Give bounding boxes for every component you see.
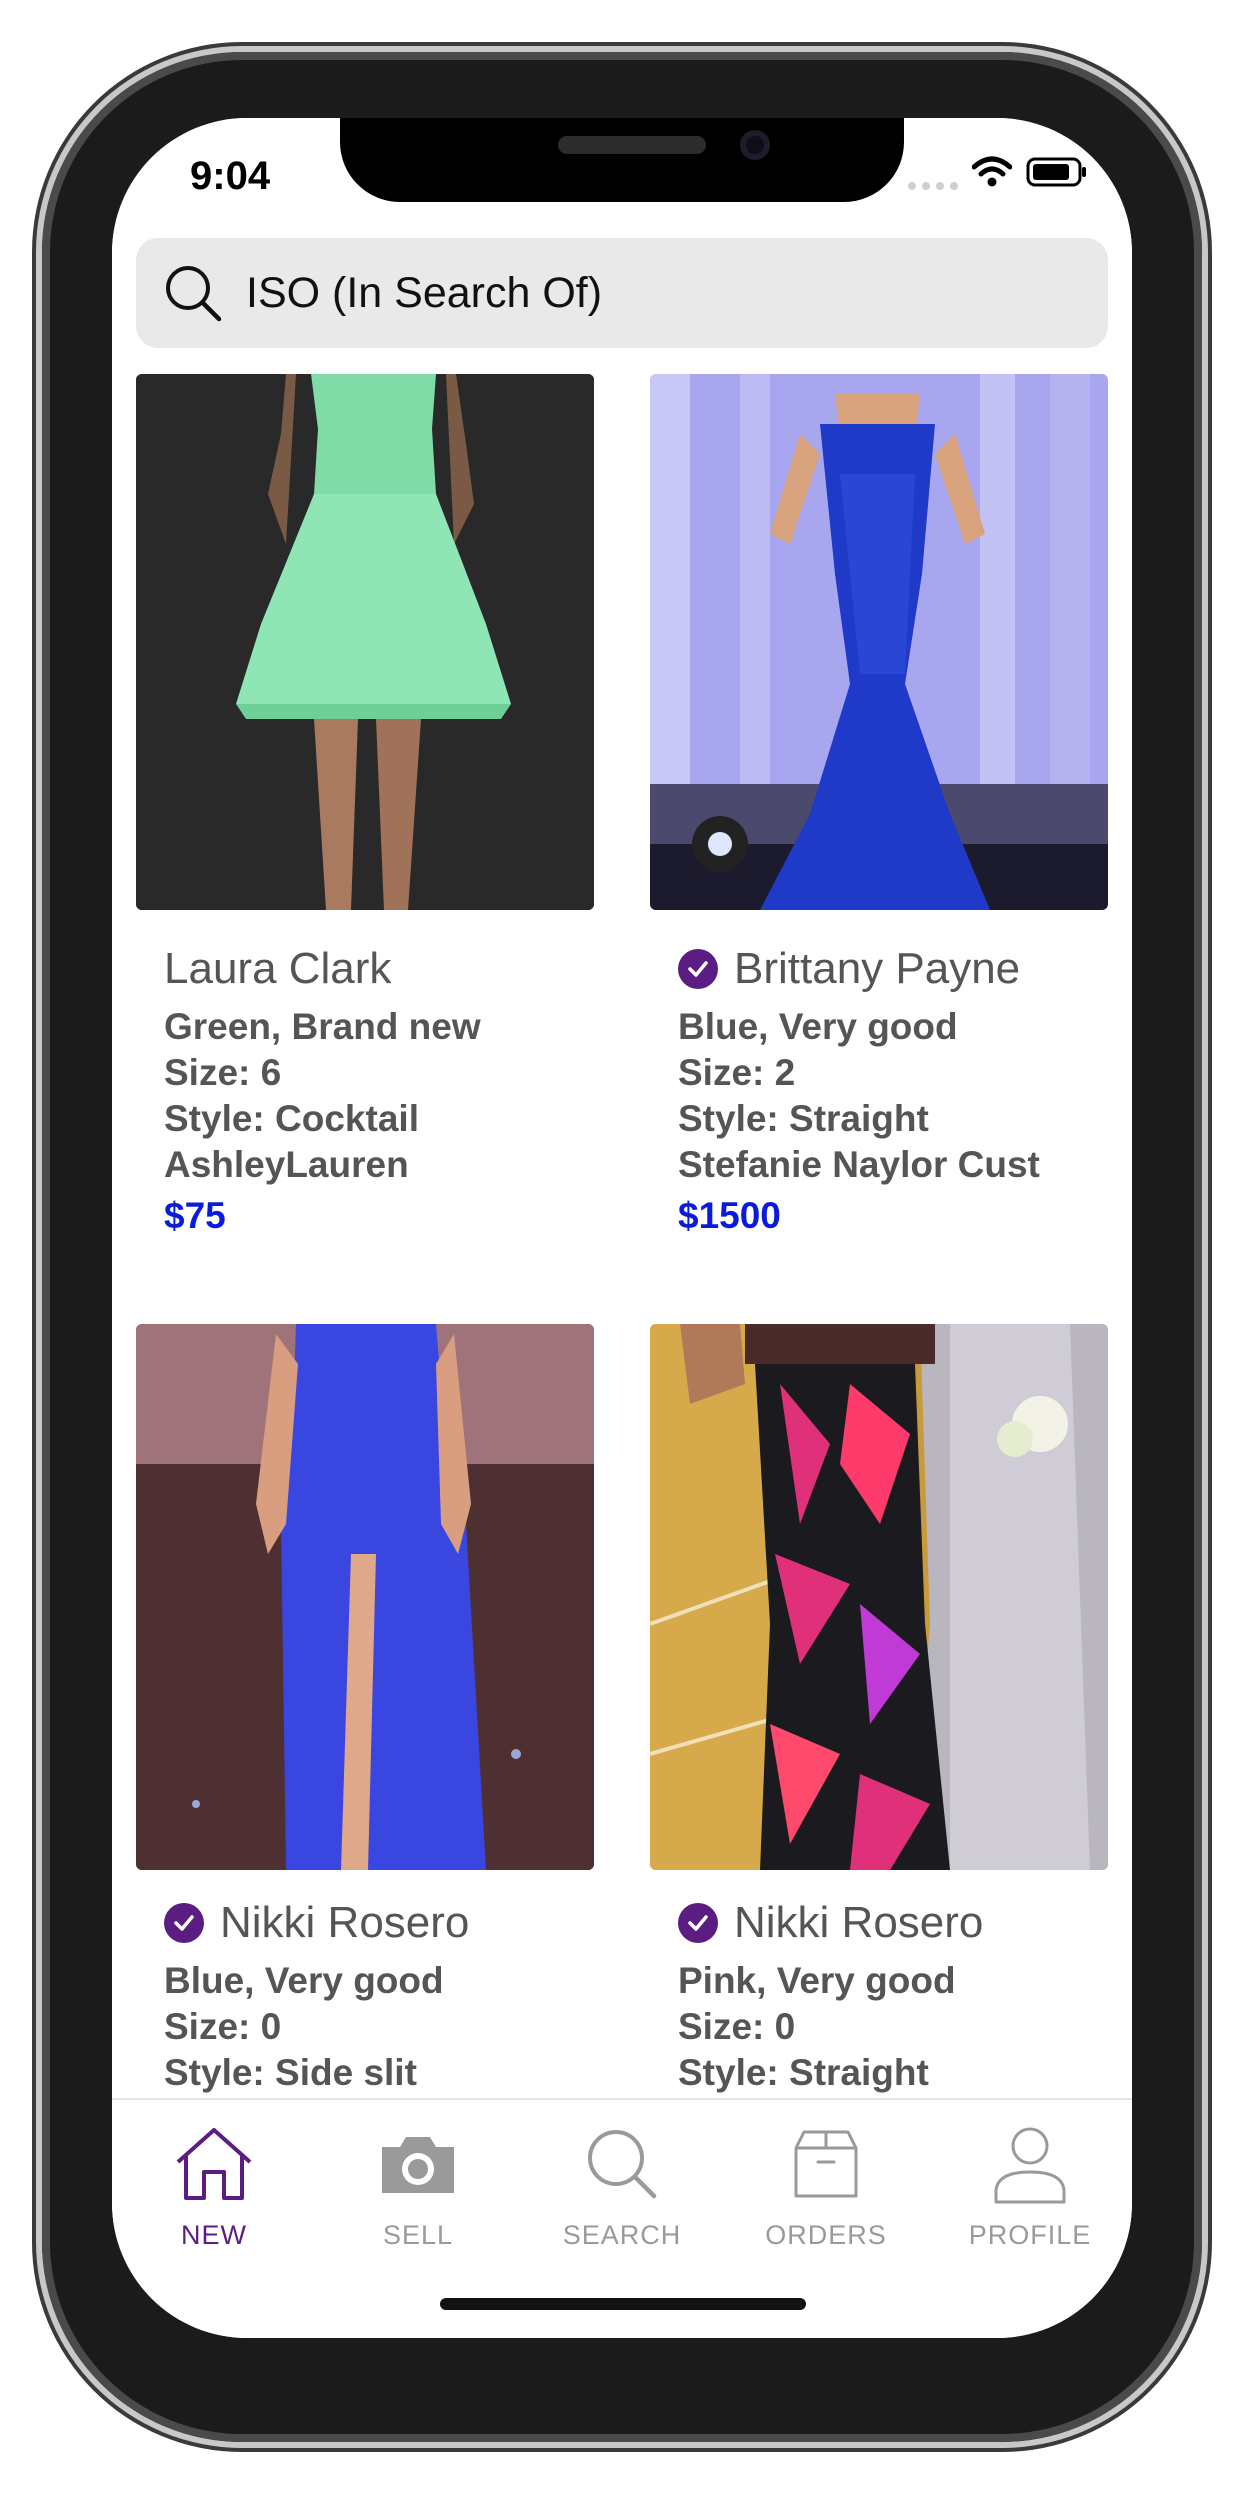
listing-style: Style: Cocktail [164,1098,419,1139]
tab-label: SEARCH [562,2220,682,2250]
device-notch [340,118,904,202]
tab-label: ORDERS [765,2220,887,2250]
wifi-icon [971,156,1013,193]
listing-size: Size: 0 [678,2006,796,2047]
tab-sell[interactable]: SELL [316,2114,520,2251]
verified-check-icon [678,1903,718,1943]
listing-condition: Blue, Very good [164,1960,444,2001]
seller-name-row: Laura Clark [164,934,594,1004]
tab-label: SELL [382,2220,454,2250]
listing-info: Nikki Rosero Blue, Very good Size: 0 Sty… [136,1888,594,2096]
iso-search-bar[interactable]: ISO (In Search Of) [136,238,1108,348]
earpiece-speaker [558,136,706,154]
listing-style: Style: Straight [678,1098,929,1139]
status-indicators [908,156,1088,193]
listing-style: Style: Straight [678,2052,929,2093]
seller-name-row: Brittany Payne [678,934,1108,1004]
listing-card[interactable]: Brittany Payne Blue, Very good Size: 2 S… [650,374,1108,1244]
home-icon [112,2114,316,2214]
tab-profile[interactable]: PROFILE [928,2114,1132,2251]
dress-photo[interactable] [650,374,1108,910]
seller-name: Nikki Rosero [734,1898,984,1947]
tab-search[interactable]: SEARCH [520,2114,724,2251]
listing-info: Nikki Rosero Pink, Very good Size: 0 Sty… [650,1888,1108,2096]
search-bar-label: ISO (In Search Of) [246,268,603,317]
battery-icon [1026,156,1088,193]
seller-name: Nikki Rosero [220,1898,470,1947]
home-indicator[interactable] [440,2298,806,2310]
seller-name-row: Nikki Rosero [164,1888,594,1958]
listing-price: $75 [164,1195,226,1236]
app-screen: Laura Clark Green, Brand new Size: 6 Sty… [112,118,1132,2338]
tab-orders[interactable]: ORDERS [724,2114,928,2251]
status-time: 9:04 [190,154,271,198]
seller-name: Laura Clark [164,944,392,993]
seller-name-row: Nikki Rosero [678,1888,1108,1958]
person-icon [928,2114,1132,2214]
listing-card[interactable]: Nikki Rosero Blue, Very good Size: 0 Sty… [136,1324,594,2096]
listing-designer: AshleyLauren [164,1144,409,1185]
listing-card[interactable]: Nikki Rosero Pink, Very good Size: 0 Sty… [650,1324,1108,2096]
cell-signal-icon [908,160,958,190]
listing-size: Size: 2 [678,1052,796,1093]
camera-icon [316,2114,520,2214]
listing-size: Size: 0 [164,2006,282,2047]
search-icon [520,2114,724,2214]
dress-photo[interactable] [136,1324,594,1870]
listing-info: Brittany Payne Blue, Very good Size: 2 S… [650,934,1108,1244]
seller-name: Brittany Payne [734,944,1021,993]
front-camera [740,130,770,160]
listing-style: Style: Side slit [164,2052,417,2093]
search-icon [148,238,238,348]
listing-designer: Stefanie Naylor Cust [678,1144,1040,1185]
verified-check-icon [164,1903,204,1943]
listing-card[interactable]: Laura Clark Green, Brand new Size: 6 Sty… [136,374,594,1244]
dress-photo[interactable] [136,374,594,910]
listing-info: Laura Clark Green, Brand new Size: 6 Sty… [136,934,594,1244]
tab-label: PROFILE [968,2220,1092,2250]
listing-size: Size: 6 [164,1052,282,1093]
tab-label: NEW [181,2220,247,2250]
box-icon [724,2114,928,2214]
tab-new[interactable]: NEW [112,2114,316,2251]
dress-photo[interactable] [650,1324,1108,1870]
listing-condition: Green, Brand new [164,1006,481,1047]
verified-check-icon [678,949,718,989]
listing-price: $1500 [678,1195,781,1236]
listing-condition: Blue, Very good [678,1006,958,1047]
listing-condition: Pink, Very good [678,1960,956,2001]
